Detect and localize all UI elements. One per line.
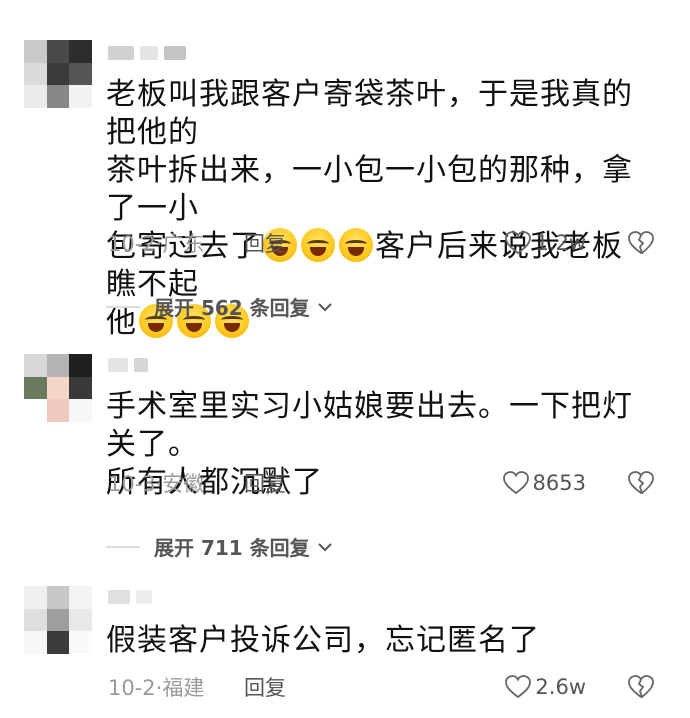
comment-meta: 10-2·福建 回复 2.6w [108, 672, 666, 702]
heart-outline-icon [505, 675, 532, 699]
username-blurred[interactable] [108, 46, 186, 60]
comment-text-line: 老板叫我跟客户寄袋茶叶，于是我真的把他的 [106, 77, 633, 150]
broken-heart-icon[interactable] [628, 230, 654, 256]
divider-line [106, 305, 140, 308]
chevron-down-icon [317, 542, 332, 551]
chevron-down-icon [317, 302, 332, 311]
like-button[interactable]: 8653 [502, 471, 586, 495]
heart-outline-icon [502, 471, 529, 495]
date-location: 10-2·广东 [108, 232, 205, 256]
like-count: 2.6w [535, 675, 586, 699]
broken-heart-icon[interactable] [628, 674, 654, 700]
expand-replies-button[interactable]: 展开 711 条回复 [106, 532, 334, 561]
heart-outline-icon [505, 231, 532, 255]
avatar[interactable] [24, 354, 92, 422]
date-location: 10-2·福建 [108, 676, 205, 700]
like-button[interactable]: 1.2w [505, 231, 586, 255]
broken-heart-icon[interactable] [628, 470, 654, 496]
like-button[interactable]: 2.6w [505, 675, 586, 699]
username-blurred[interactable] [108, 590, 152, 604]
comment-text-line: 假装客户投诉公司，忘记匿名了 [106, 623, 540, 658]
reply-button[interactable]: 回复 [244, 468, 286, 498]
comment-text-line: 手术室里实习小姑娘要出去。一下把灯关了。 [106, 389, 633, 462]
comment-text-line: 茶叶拆出来，一小包一小包的那种，拿了一小 [106, 153, 633, 226]
date-location: 10-3·安徽 [108, 472, 205, 496]
comment-meta: 10-3·安徽 回复 8653 [108, 468, 666, 498]
reply-button[interactable]: 回复 [244, 228, 286, 258]
avatar[interactable] [24, 40, 92, 108]
comment-text: 假装客户投诉公司，忘记匿名了 [106, 622, 650, 660]
divider-line [106, 545, 140, 548]
comment-meta: 10-2·广东 回复 1.2w [108, 228, 666, 258]
like-count: 8653 [532, 471, 586, 495]
like-count: 1.2w [535, 231, 586, 255]
username-blurred[interactable] [108, 358, 148, 372]
reply-button[interactable]: 回复 [244, 672, 286, 702]
expand-replies-button[interactable]: 展开 562 条回复 [106, 292, 334, 321]
avatar[interactable] [24, 586, 92, 654]
